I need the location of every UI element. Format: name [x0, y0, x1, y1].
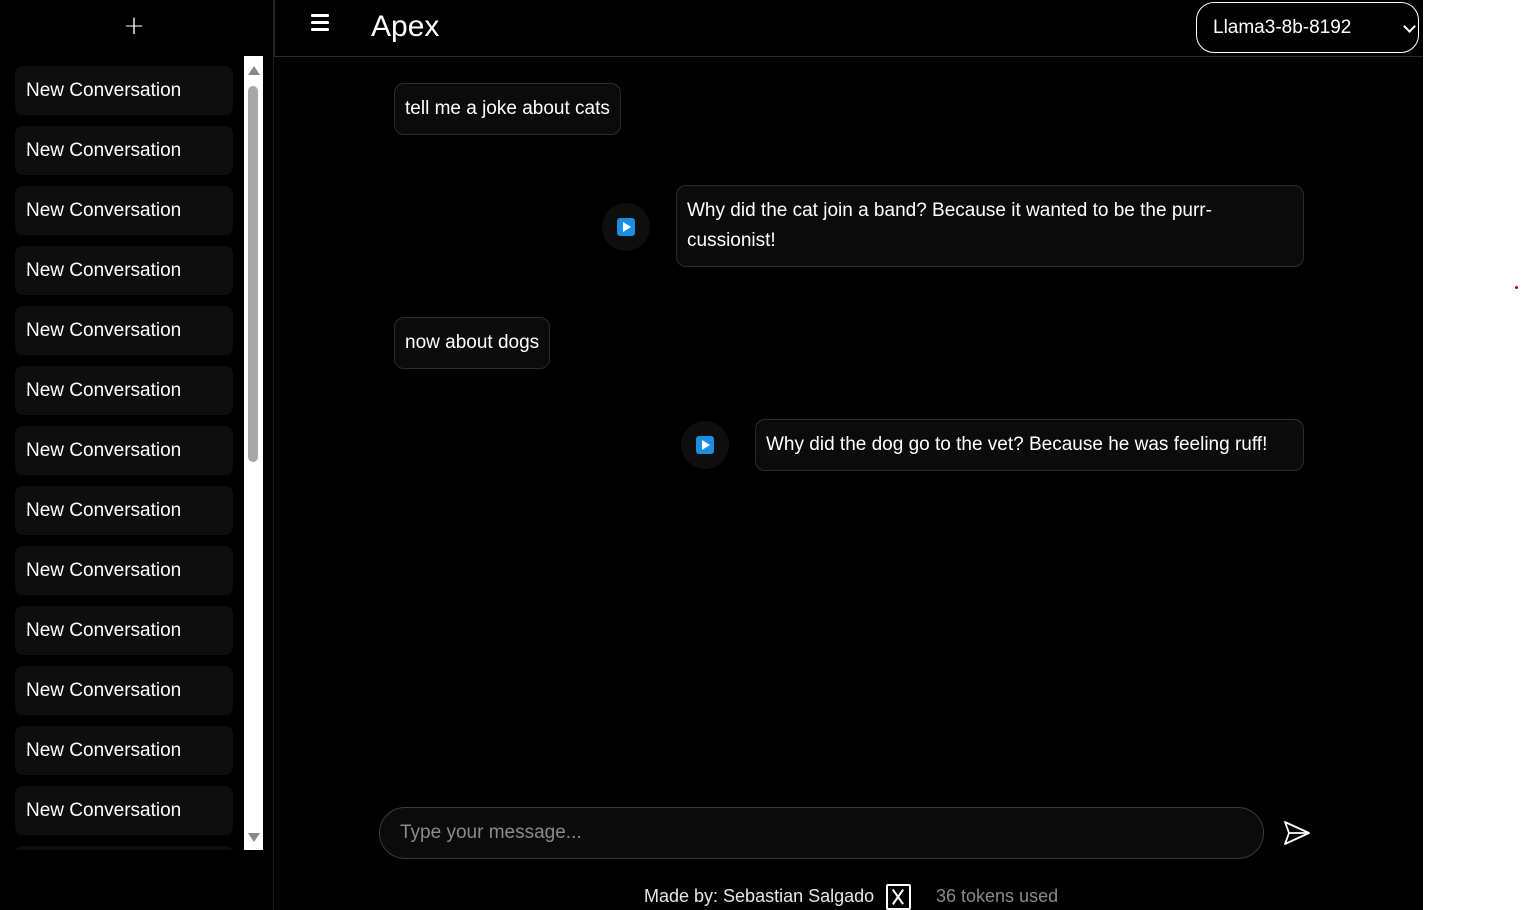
sidebar: + New Conversation New Conversation New …	[0, 0, 274, 910]
app-title: Apex	[371, 10, 440, 43]
conversation-item[interactable]: New Conversation	[15, 726, 233, 775]
header: Apex Llama3-8b-8192	[274, 0, 1423, 57]
conversation-item[interactable]: New Conversation	[15, 486, 233, 535]
chevron-down-icon	[1403, 20, 1416, 33]
conversation-item[interactable]: New Conversation	[15, 366, 233, 415]
conversation-item[interactable]: New Conversation	[15, 306, 233, 355]
new-conversation-button[interactable]: +	[118, 8, 150, 44]
hamburger-menu-icon[interactable]	[311, 14, 331, 36]
conversation-item[interactable]: New Conversation	[15, 786, 233, 835]
cursor-dot	[1515, 286, 1518, 289]
model-select-value: Llama3-8b-8192	[1213, 17, 1352, 38]
play-audio-icon[interactable]	[602, 203, 650, 251]
play-audio-icon[interactable]	[681, 421, 729, 469]
assistant-message: Why did the dog go to the vet? Because h…	[755, 419, 1304, 471]
scroll-thumb[interactable]	[248, 86, 258, 462]
conversation-item[interactable]: New Conversation	[15, 66, 233, 115]
send-icon[interactable]	[1282, 818, 1312, 848]
user-message: now about dogs	[394, 317, 551, 369]
scroll-up-arrow-icon[interactable]	[248, 66, 260, 75]
chat-main: Apex Llama3-8b-8192 tell me a joke about…	[274, 0, 1423, 910]
conversation-item[interactable]: New Conversation	[15, 426, 233, 475]
conversation-item[interactable]: New Conversation	[15, 606, 233, 655]
model-select[interactable]: Llama3-8b-8192	[1196, 2, 1419, 53]
message-input[interactable]	[379, 807, 1264, 859]
conversation-item[interactable]: New Conversation	[15, 666, 233, 715]
conversation-item[interactable]: New Conversation	[15, 546, 233, 595]
conversation-item[interactable]: New Conversation	[15, 126, 233, 175]
conversation-item[interactable]: New Conversation	[15, 186, 233, 235]
footer-credit: Made by: Sebastian Salgado	[644, 886, 875, 906]
scroll-down-arrow-icon[interactable]	[248, 833, 260, 842]
sidebar-scrollbar[interactable]	[244, 56, 263, 850]
assistant-message: Why did the cat join a band? Because it …	[676, 185, 1304, 267]
x-logo-icon[interactable]	[886, 884, 911, 910]
token-counter: 36 tokens used	[936, 886, 1059, 906]
conversation-list: New Conversation New Conversation New Co…	[0, 56, 244, 850]
conversation-item-partial[interactable]	[15, 846, 233, 850]
conversation-item[interactable]: New Conversation	[15, 246, 233, 295]
user-message: tell me a joke about cats	[394, 83, 621, 135]
